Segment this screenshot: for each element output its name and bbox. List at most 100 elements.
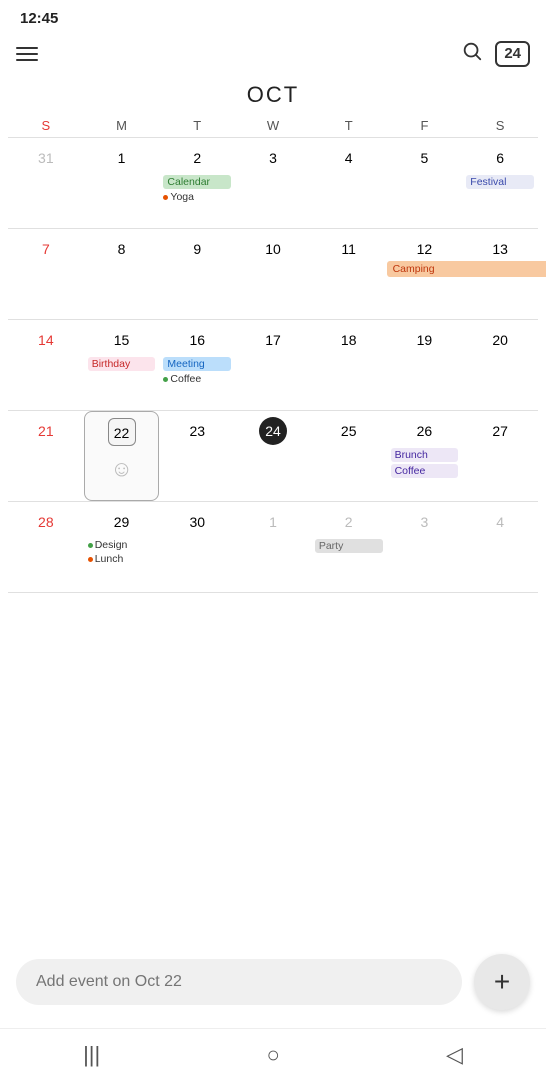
day-cell-25[interactable]: 25	[311, 411, 387, 501]
day-cell-31[interactable]: 31	[8, 138, 84, 228]
day-num: 19	[410, 326, 438, 354]
day-cell-7[interactable]: 7	[8, 229, 84, 319]
header-mon: M	[84, 118, 160, 133]
day-cell-17[interactable]: 17	[235, 320, 311, 410]
day-num: 1	[259, 508, 287, 536]
day-cell-2[interactable]: 2 Calendar Yoga	[159, 138, 235, 228]
day-num: 4	[335, 144, 363, 172]
day-num: 8	[108, 235, 136, 263]
day-cell-3[interactable]: 3	[235, 138, 311, 228]
day-cell-28[interactable]: 28	[8, 502, 84, 592]
day-num: 23	[183, 417, 211, 445]
event-birthday: Birthday	[88, 357, 156, 371]
day-num: 2	[183, 144, 211, 172]
today-date-badge[interactable]: 24	[495, 41, 530, 67]
day-num: 4	[486, 508, 514, 536]
week-row: 31 1 2 Calendar Yoga 3 4 5 6 Festival	[8, 137, 538, 228]
day-num: 11	[335, 235, 363, 263]
event-yoga-row: Yoga	[163, 191, 231, 203]
status-time: 12:45	[20, 10, 58, 27]
event-design-row: Design	[88, 539, 156, 551]
yoga-dot	[163, 195, 168, 200]
add-event-input[interactable]	[16, 959, 462, 1005]
event-festival: Festival	[466, 175, 534, 189]
day-cell-30[interactable]: 30	[159, 502, 235, 592]
day-num: 3	[410, 508, 438, 536]
day-cell-15[interactable]: 15 Birthday	[84, 320, 160, 410]
day-num: 25	[335, 417, 363, 445]
day-cell-18[interactable]: 18	[311, 320, 387, 410]
week-row: 28 29 Design Lunch 30 1 2 Party 3 4	[8, 501, 538, 593]
week-row: 21 22 ☺ 23 24 25 26 Brunch Coffee 27	[8, 410, 538, 501]
day-headers: S M T W T F S	[8, 118, 538, 133]
event-yoga: Yoga	[170, 191, 194, 203]
week-row: 14 15 Birthday 16 Meeting Coffee 17 18 1…	[8, 319, 538, 410]
day-num: 18	[335, 326, 363, 354]
day-cell-nov2[interactable]: 2 Party	[311, 502, 387, 592]
day-num: 22	[108, 418, 136, 446]
day-cell-14[interactable]: 14	[8, 320, 84, 410]
day-cell-6[interactable]: 6 Festival	[462, 138, 538, 228]
search-button[interactable]	[461, 40, 483, 68]
day-num: 3	[259, 144, 287, 172]
day-cell-5[interactable]: 5	[387, 138, 463, 228]
day-cell-23[interactable]: 23	[159, 411, 235, 501]
event-party: Party	[315, 539, 383, 553]
day-num: 6	[486, 144, 514, 172]
day-cell-4[interactable]: 4	[311, 138, 387, 228]
day-cell-1[interactable]: 1	[84, 138, 160, 228]
menu-button[interactable]	[16, 47, 38, 61]
day-cell-21[interactable]: 21	[8, 411, 84, 501]
day-num: 12	[410, 235, 438, 263]
day-num: 14	[32, 326, 60, 354]
nav-back-icon[interactable]: ◁	[446, 1042, 463, 1068]
event-calendar: Calendar	[163, 175, 231, 189]
day-num: 2	[335, 508, 363, 536]
month-title: OCT	[0, 76, 546, 118]
day-cell-19[interactable]: 19	[387, 320, 463, 410]
day-cell-12[interactable]: 12 Camping	[387, 229, 463, 319]
day-num: 24	[259, 417, 287, 445]
event-lunch: Lunch	[95, 553, 124, 565]
day-cell-16[interactable]: 16 Meeting Coffee	[159, 320, 235, 410]
day-num: 26	[410, 417, 438, 445]
day-num: 20	[486, 326, 514, 354]
day-cell-8[interactable]: 8	[84, 229, 160, 319]
smiley-icon: ☺	[89, 456, 155, 482]
day-num: 27	[486, 417, 514, 445]
day-cell-10[interactable]: 10	[235, 229, 311, 319]
add-event-fab[interactable]: +	[474, 954, 530, 1010]
event-camping: Camping	[387, 261, 546, 277]
day-cell-11[interactable]: 11	[311, 229, 387, 319]
day-cell-27[interactable]: 27	[462, 411, 538, 501]
week-row: 7 8 9 10 11 12 Camping 13	[8, 228, 538, 319]
day-cell-26[interactable]: 26 Brunch Coffee	[387, 411, 463, 501]
day-cell-24[interactable]: 24	[235, 411, 311, 501]
nav-recents-icon[interactable]: |||	[83, 1042, 100, 1068]
toolbar-left	[16, 47, 38, 61]
header-tue: T	[159, 118, 235, 133]
event-lunch-row: Lunch	[88, 553, 156, 565]
day-num: 9	[183, 235, 211, 263]
plus-icon: +	[494, 966, 510, 998]
design-dot	[88, 543, 93, 548]
day-num: 15	[108, 326, 136, 354]
nav-home-icon[interactable]: ○	[266, 1042, 279, 1068]
day-num: 31	[32, 144, 60, 172]
day-num: 1	[108, 144, 136, 172]
day-cell-9[interactable]: 9	[159, 229, 235, 319]
event-design: Design	[95, 539, 128, 551]
toolbar-right: 24	[461, 40, 530, 68]
day-cell-nov4[interactable]: 4	[462, 502, 538, 592]
bottom-nav: ||| ○ ◁	[0, 1028, 546, 1080]
day-cell-22[interactable]: 22 ☺	[84, 411, 160, 501]
toolbar: 24	[0, 32, 546, 76]
day-cell-nov3[interactable]: 3	[387, 502, 463, 592]
day-cell-20[interactable]: 20	[462, 320, 538, 410]
day-num: 16	[183, 326, 211, 354]
day-num: 5	[410, 144, 438, 172]
day-cell-29[interactable]: 29 Design Lunch	[84, 502, 160, 592]
day-cell-nov1[interactable]: 1	[235, 502, 311, 592]
day-num: 13	[486, 235, 514, 263]
event-coffee-26: Coffee	[391, 464, 459, 478]
